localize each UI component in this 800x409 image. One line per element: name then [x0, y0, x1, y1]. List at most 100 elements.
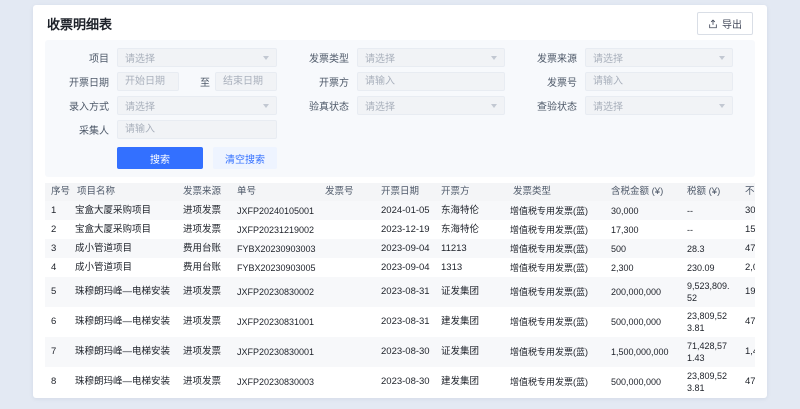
- table-cell: 2023-08-31: [375, 313, 435, 331]
- table-cell: 2,300: [605, 259, 681, 277]
- project-select[interactable]: 请选择: [117, 48, 277, 67]
- column-header: 开票方: [435, 183, 507, 201]
- table-cell: 11213: [435, 240, 507, 258]
- table-cell: 宝盒大厦采购项目: [71, 221, 177, 239]
- invoice-no-label: 发票号: [521, 74, 577, 89]
- chevron-down-icon: [491, 56, 497, 60]
- table-cell: JXFP20231219002: [231, 221, 319, 239]
- table-cell: 23,809,523.81: [681, 367, 739, 397]
- verify-status-label: 验真状态: [293, 98, 349, 113]
- table-row: 3成小管道项目费用台账FYBX20230903003 2023-09-041121…: [45, 239, 755, 258]
- column-header: 税额 (¥): [681, 183, 739, 201]
- invoice-source-link[interactable]: 费用台账: [177, 259, 231, 277]
- table-cell: 30,000: [605, 202, 681, 220]
- invoice-source-label: 发票来源: [521, 50, 577, 65]
- project-label: 项目: [53, 50, 109, 65]
- filter-actions: 搜索 清空搜索: [53, 147, 747, 169]
- table-cell: 成小管道项目: [71, 240, 177, 258]
- column-header: 不含税金额 (¥): [739, 183, 755, 201]
- table-cell: 500: [605, 240, 681, 258]
- table-cell: FYBX20230903003: [231, 240, 319, 258]
- table-cell: 2023-08-30: [375, 373, 435, 391]
- column-header: 发票号: [319, 183, 375, 201]
- page-title: 收票明细表: [47, 14, 112, 33]
- invoice-table: 序号项目名称发票来源单号发票号开票日期开票方发票类型含税金额 (¥)税额 (¥)…: [45, 183, 755, 398]
- table-cell: 建发集团: [435, 373, 507, 391]
- invoice-source-link[interactable]: 进项发票: [177, 373, 231, 391]
- table-cell: [319, 319, 375, 325]
- invoice-type-select-placeholder: 请选择: [365, 50, 487, 65]
- table-cell: 1,4: [739, 343, 755, 361]
- invoice-source-select-placeholder: 请选择: [593, 50, 715, 65]
- date-start-input[interactable]: [117, 72, 179, 91]
- export-button[interactable]: 导出: [697, 12, 753, 35]
- chevron-down-icon: [719, 56, 725, 60]
- check-status-select[interactable]: 请选择: [585, 96, 733, 115]
- invoice-type-select[interactable]: 请选择: [357, 48, 505, 67]
- table-cell: 2024-01-05: [375, 202, 435, 220]
- invoice-no-input[interactable]: [585, 72, 733, 91]
- entry-method-label: 录入方式: [53, 98, 109, 113]
- export-icon: [708, 19, 718, 29]
- clear-search-button[interactable]: 清空搜索: [213, 147, 277, 169]
- date-end-input[interactable]: [215, 72, 277, 91]
- table-cell: [319, 379, 375, 385]
- table-cell: 47: [739, 313, 755, 331]
- table-cell: 宝盒大厦采购项目: [71, 202, 177, 220]
- table-cell: 2023-09-04: [375, 240, 435, 258]
- invoice-source-link[interactable]: 进项发票: [177, 221, 231, 239]
- table-body: 1宝盒大厦采购项目进项发票JXFP202401050012024-01-05东海…: [45, 201, 755, 397]
- table-cell: 23,809,523.81: [681, 307, 739, 337]
- table-cell: JXFP20230830003: [231, 373, 319, 391]
- table-cell: 1313: [435, 259, 507, 277]
- table-cell: 230.09: [681, 259, 739, 277]
- table-row: 7珠穆朗玛峰—电梯安装进项发票JXFP202308300012023-08-30…: [45, 337, 755, 367]
- table-cell: 增值税专用发票(蓝): [507, 373, 605, 391]
- table-cell: 建发集团: [435, 313, 507, 331]
- column-header: 发票来源: [177, 183, 231, 201]
- chevron-down-icon: [263, 56, 269, 60]
- invoice-source-link[interactable]: 进项发票: [177, 283, 231, 301]
- column-header: 项目名称: [71, 183, 177, 201]
- table-cell: 3: [45, 240, 71, 258]
- table-cell: [319, 227, 375, 233]
- entry-method-select[interactable]: 请选择: [117, 96, 277, 115]
- table-cell: 证发集团: [435, 343, 507, 361]
- invoice-source-select[interactable]: 请选择: [585, 48, 733, 67]
- table-cell: 1: [45, 202, 71, 220]
- table-cell: 4: [45, 259, 71, 277]
- issuer-label: 开票方: [293, 74, 349, 89]
- filter-panel: 项目 请选择 发票类型 请选择 发票来源 请选择: [45, 40, 755, 177]
- table-row: 1宝盒大厦采购项目进项发票JXFP202401050012024-01-05东海…: [45, 201, 755, 220]
- search-button[interactable]: 搜索: [117, 147, 203, 169]
- table-cell: 2023-09-04: [375, 259, 435, 277]
- invoice-source-link[interactable]: 费用台账: [177, 240, 231, 258]
- column-header: 含税金额 (¥): [605, 183, 681, 201]
- table-cell: 8: [45, 373, 71, 391]
- table-cell: 证发集团: [435, 283, 507, 301]
- table-row: 4成小管道项目费用台账FYBX202309030052023-09-041313…: [45, 258, 755, 277]
- column-header: 序号: [45, 183, 71, 201]
- check-status-label: 查验状态: [521, 98, 577, 113]
- date-range-separator: 至: [200, 74, 210, 89]
- table-cell: 东海特伦: [435, 202, 507, 220]
- table-cell: 9,523,809.52: [681, 277, 739, 307]
- issuer-input[interactable]: [357, 72, 505, 91]
- table-cell: 200,000,000: [605, 283, 681, 301]
- table-cell: 1,500,000,000: [605, 343, 681, 361]
- table-cell: --: [681, 221, 739, 239]
- table-cell: 500,000,000: [605, 313, 681, 331]
- invoice-source-link[interactable]: 进项发票: [177, 202, 231, 220]
- verify-status-select[interactable]: 请选择: [357, 96, 505, 115]
- table-cell: [319, 289, 375, 295]
- table-cell: [319, 246, 375, 252]
- export-label: 导出: [722, 16, 742, 31]
- table-cell: 71,428,571.43: [681, 337, 739, 367]
- invoice-source-link[interactable]: 进项发票: [177, 313, 231, 331]
- table-cell: 2023-08-30: [375, 343, 435, 361]
- collector-input[interactable]: [117, 120, 277, 139]
- table-cell: 增值税专用发票(蓝): [507, 283, 605, 301]
- table-cell: 500,000,000: [605, 373, 681, 391]
- table-cell: 7: [45, 343, 71, 361]
- invoice-source-link[interactable]: 进项发票: [177, 343, 231, 361]
